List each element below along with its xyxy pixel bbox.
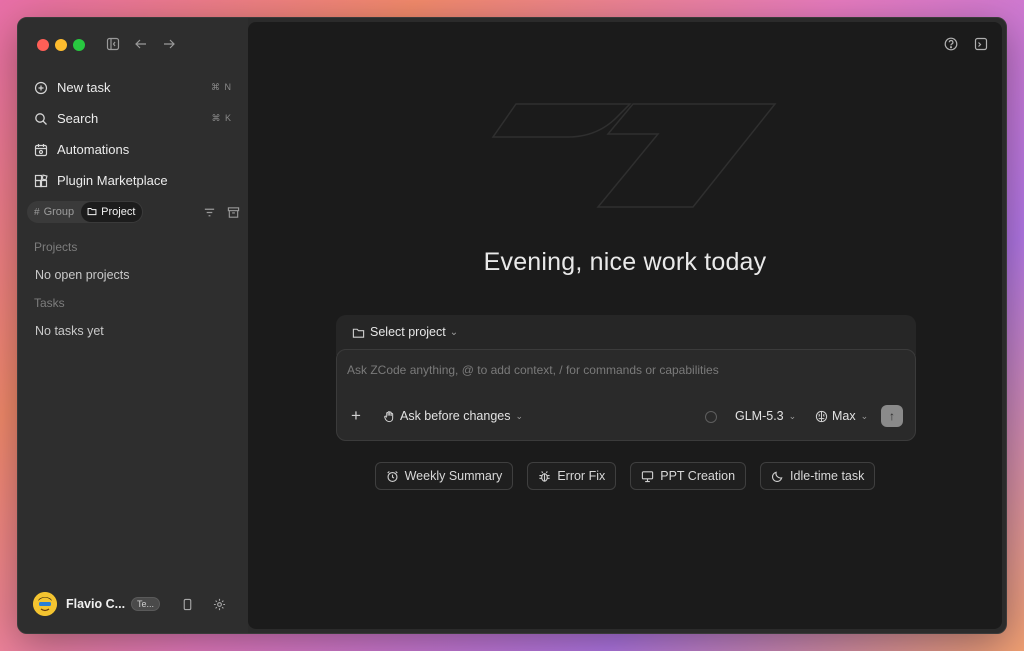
user-name: Flavio C... [66,597,126,611]
close-window-button[interactable] [37,39,49,51]
new-task-button[interactable]: New task ⌘ N [26,72,240,103]
sidebar-filterbar: # Group Project [27,201,240,223]
automations-button[interactable]: Automations [26,134,240,165]
ppt-creation-button[interactable]: PPT Creation [630,462,747,490]
back-arrow-icon[interactable] [132,34,150,54]
settings-gear-icon[interactable] [211,596,227,612]
plan-badge: Te... [131,597,161,611]
weekly-summary-button[interactable]: Weekly Summary [374,462,514,490]
moon-icon [772,471,783,482]
chevron-down-icon: ⌄ [860,410,869,421]
plugin-marketplace-button[interactable]: Plugin Marketplace [26,165,240,196]
folder-icon [87,206,97,219]
permission-mode-label: Ask before changes [400,409,511,423]
hash-icon: # [34,206,40,218]
error-fix-button[interactable]: Error Fix [527,462,617,490]
avatar [33,592,57,616]
greeting-title: Evening, nice work today [483,248,767,276]
filter-icon[interactable] [201,204,217,220]
plugin-icon [34,173,50,189]
brand-logo-watermark [491,103,777,208]
composer: Select project ⌄ + Ask before changes ⌄ … [336,315,916,441]
projects-empty-text: No open projects [35,268,130,282]
maximize-window-button[interactable] [73,39,85,51]
new-task-shortcut: ⌘ N [211,82,232,92]
tasks-heading: Tasks [34,296,65,310]
context-usage-ring[interactable] [705,411,717,423]
app-window: New task ⌘ N Search ⌘ K Automations Plug… [17,17,1007,634]
prompt-input[interactable] [347,360,902,380]
plugin-marketplace-label: Plugin Marketplace [57,173,168,188]
brain-icon [815,410,828,422]
help-icon[interactable] [942,34,960,54]
sidebar-nav: New task ⌘ N Search ⌘ K Automations Plug… [26,72,240,196]
bug-icon [539,470,550,482]
send-button[interactable]: ↑ [881,405,903,427]
user-profile[interactable]: Flavio C... Te... [33,591,236,617]
phone-icon[interactable] [179,596,195,612]
suggestion-chips: Weekly Summary Error Fix PPT Creation Id… [248,462,1002,490]
model-dropdown[interactable]: GLM-5.3 ⌄ [735,409,796,423]
search-button[interactable]: Search ⌘ K [26,103,240,134]
effort-label: Max [832,409,856,423]
forward-arrow-icon[interactable] [160,34,178,54]
toggle-sidebar-icon[interactable] [104,34,122,54]
add-attachment-button[interactable]: + [351,407,361,425]
permission-mode-dropdown[interactable]: Ask before changes ⌄ [383,409,523,423]
projects-heading: Projects [34,240,78,254]
chevron-down-icon: ⌄ [788,410,797,421]
new-task-icon [34,80,50,96]
select-project-label: Select project [370,325,446,339]
search-shortcut: ⌘ K [211,113,232,123]
hand-icon [384,410,394,422]
archive-icon[interactable] [225,204,241,220]
window-controls [37,39,85,51]
chevron-down-icon: ⌄ [515,410,524,421]
main-panel: Evening, nice work today Select project … [248,22,1002,629]
folder-icon [352,328,365,338]
search-label: Search [57,111,99,126]
search-icon [34,111,50,127]
project-chip[interactable]: Project [81,202,143,222]
automations-icon [34,142,50,158]
effort-dropdown[interactable]: Max ⌄ [815,409,868,423]
group-chip[interactable]: # Group [28,202,81,222]
prompt-box: + Ask before changes ⌄ GLM-5.3 ⌄ Max [336,349,916,441]
automations-label: Automations [57,142,130,157]
sidebar: New task ⌘ N Search ⌘ K Automations Plug… [18,18,248,633]
minimize-window-button[interactable] [55,39,67,51]
new-task-label: New task [57,80,111,95]
alarm-clock-icon [386,470,398,482]
chevron-down-icon: ⌄ [449,326,459,338]
composer-toolbar: + Ask before changes ⌄ GLM-5.3 ⌄ Max ⌄ ↑ [337,405,915,429]
terminal-icon[interactable] [972,34,990,54]
arrow-up-icon: ↑ [889,409,895,423]
grouping-toggle: # Group Project [27,201,144,223]
idle-time-task-button[interactable]: Idle-time task [760,462,876,490]
tasks-empty-text: No tasks yet [35,324,104,338]
presentation-icon [642,470,654,482]
select-project-button[interactable]: Select project ⌄ [352,325,458,339]
model-label: GLM-5.3 [735,409,784,423]
